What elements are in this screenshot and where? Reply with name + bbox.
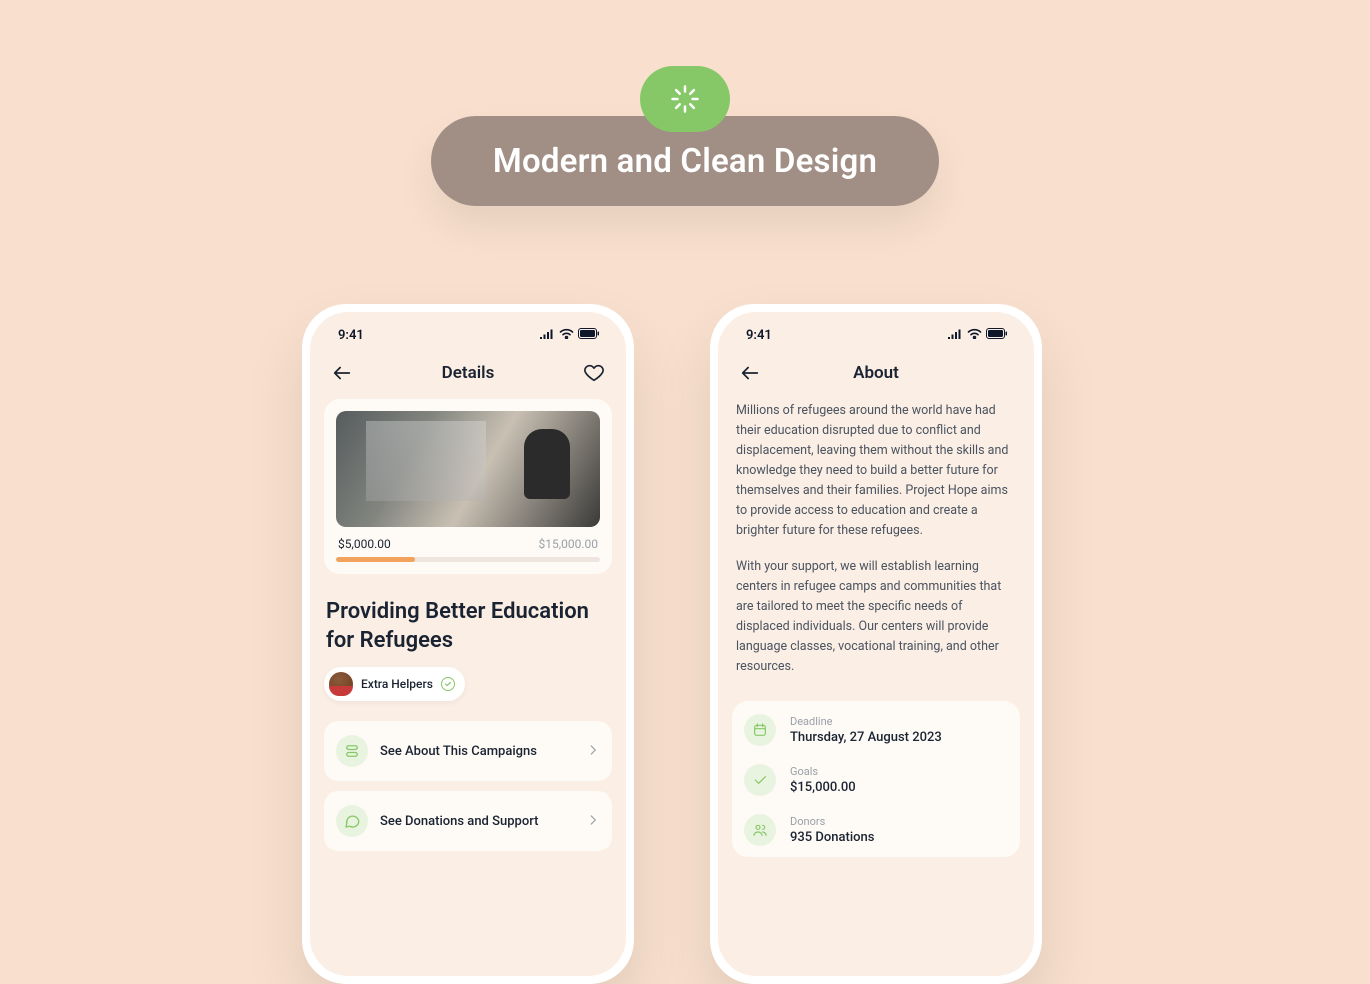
about-paragraph: Millions of refugees around the world ha… [736,401,1016,541]
chevron-right-icon [586,812,600,831]
organization-chip[interactable]: Extra Helpers [324,667,465,701]
organization-name: Extra Helpers [361,677,433,691]
info-donors: Donors 935 Donations [744,805,1008,855]
check-icon [744,764,776,796]
verified-icon [441,677,455,691]
deadline-value: Thursday, 27 August 2023 [790,730,942,745]
donations-link[interactable]: See Donations and Support [324,791,612,851]
heart-button[interactable] [582,361,606,385]
signal-icon [539,328,555,343]
phone-details: 9:41 Details $5,000.00 $15,000.00 [302,304,634,984]
about-paragraph: With your support, we will establish lea… [736,557,1016,677]
donations-link-label: See Donations and Support [380,814,574,829]
back-button[interactable] [738,361,762,385]
deadline-label: Deadline [790,715,942,728]
about-body: Millions of refugees around the world ha… [732,399,1020,695]
about-link-label: See About This Campaigns [380,744,574,759]
info-goals: Goals $15,000.00 [744,755,1008,805]
page-title: About [853,363,899,383]
chat-icon [336,805,368,837]
signal-icon [947,328,963,343]
campaign-photo [336,411,600,527]
phone-about: 9:41 About Millions of refugees around t… [710,304,1042,984]
status-time: 9:41 [338,328,364,343]
goal-amount: $15,000.00 [539,537,598,551]
goals-label: Goals [790,765,856,778]
wifi-icon [559,328,574,343]
avatar [329,672,353,696]
calendar-icon [744,714,776,746]
progress-bar [336,557,600,562]
donors-value: 935 Donations [790,830,874,845]
status-bar: 9:41 [324,322,612,353]
banner: Modern and Clean Design [431,66,939,206]
campaign-card: $5,000.00 $15,000.00 [324,399,612,574]
users-icon [744,814,776,846]
wifi-icon [967,328,982,343]
battery-icon [986,328,1008,343]
battery-icon [578,328,600,343]
back-button[interactable] [330,361,354,385]
page-title: Details [442,363,495,383]
goals-value: $15,000.00 [790,780,856,795]
status-bar: 9:41 [732,322,1020,353]
campaign-title: Providing Better Education for Refugees [324,588,612,667]
info-deadline: Deadline Thursday, 27 August 2023 [744,705,1008,755]
info-card: Deadline Thursday, 27 August 2023 Goals … [732,701,1020,857]
progress-fill [336,557,415,562]
stack-icon [336,735,368,767]
about-link[interactable]: See About This Campaigns [324,721,612,781]
donors-label: Donors [790,815,874,828]
chevron-right-icon [586,742,600,761]
raised-amount: $5,000.00 [338,537,391,551]
status-time: 9:41 [746,328,772,343]
spinner-icon [640,66,730,132]
